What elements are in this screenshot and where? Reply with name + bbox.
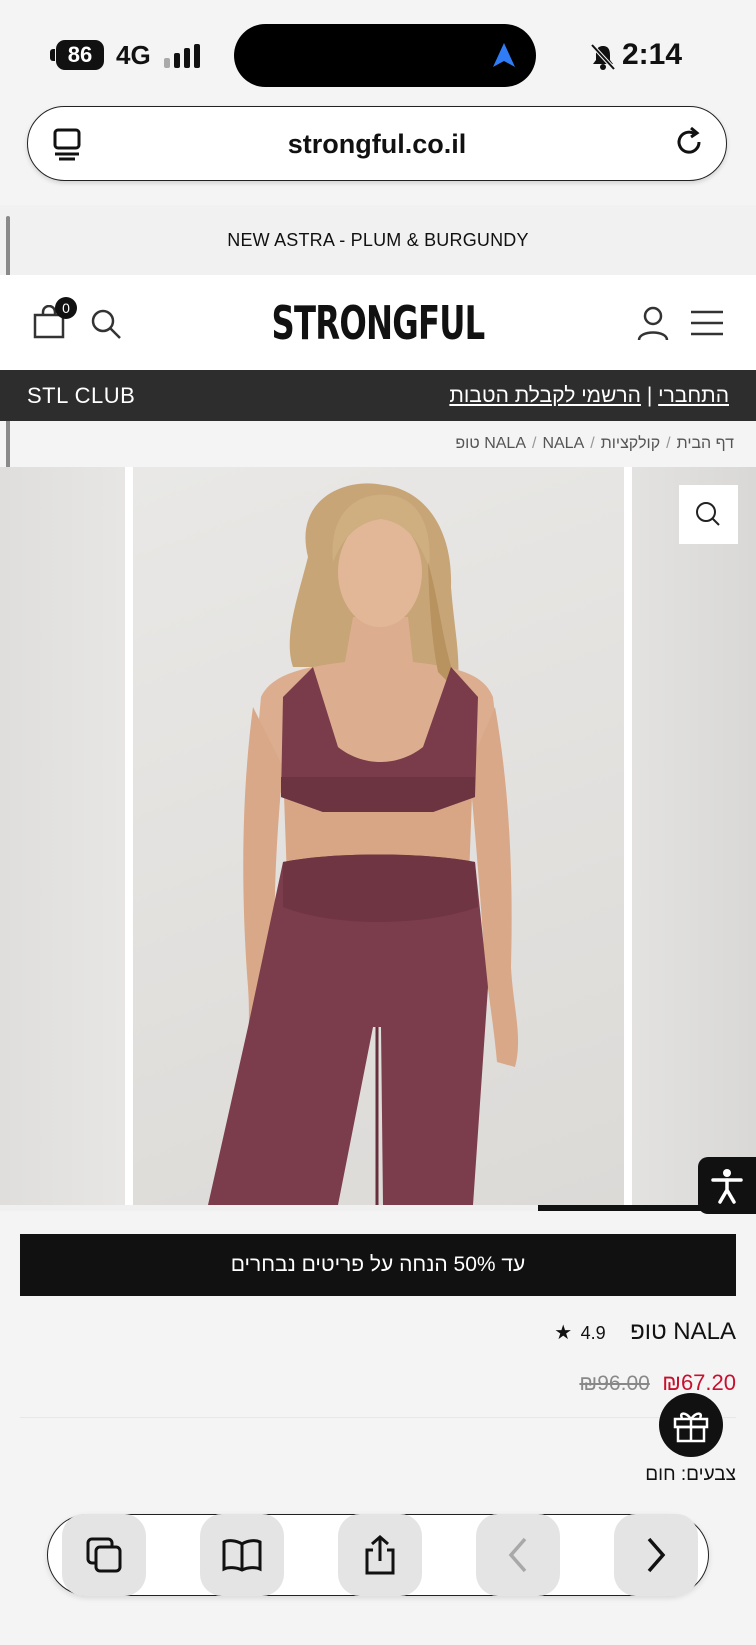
back-button[interactable]: [476, 1514, 560, 1596]
product-title-row: NALA טופ 4.9 ★: [554, 1312, 736, 1352]
divider: [20, 1417, 736, 1418]
signup-link[interactable]: הרשמי לקבלת הטבות: [449, 384, 641, 407]
share-icon: [365, 1535, 395, 1575]
star-icon: ★: [554, 1322, 573, 1344]
zoom-button[interactable]: [679, 485, 738, 544]
back-icon: [508, 1537, 527, 1573]
tabs-button[interactable]: [62, 1514, 146, 1596]
user-icon[interactable]: [636, 305, 670, 341]
breadcrumb-collections[interactable]: קולקציות: [601, 435, 660, 452]
product-gallery[interactable]: [0, 467, 756, 1211]
color-selector: צבעים: חום: [645, 1458, 736, 1492]
gallery-slide-prev[interactable]: [0, 467, 125, 1205]
breadcrumb-collection[interactable]: NALA: [484, 435, 526, 452]
menu-icon[interactable]: [690, 309, 724, 337]
location-arrow-icon: [493, 43, 515, 67]
stl-club-label[interactable]: STL CLUB: [27, 370, 135, 421]
club-links: התחברי | הרשמי לקבלת הטבות: [449, 370, 729, 421]
site-header: 0 STRONGFUL: [0, 275, 756, 370]
colors-label: צבעים:: [680, 1464, 736, 1485]
breadcrumb-home[interactable]: דף הבית: [677, 435, 734, 452]
battery-cap: [50, 49, 55, 61]
breadcrumb: דף הבית/קולקציות/NALA/NALA טופ: [455, 435, 734, 452]
url-text[interactable]: strongful.co.il: [28, 129, 726, 159]
product-image[interactable]: [133, 467, 624, 1205]
browser-toolbar: [47, 1514, 709, 1596]
announcement-text: NEW ASTRA - PLUM & BURGUNDY: [227, 230, 529, 250]
bookmarks-button[interactable]: [200, 1514, 284, 1596]
bookmarks-icon: [222, 1539, 262, 1572]
status-bar: 86 4G 2:14: [0, 0, 756, 105]
reload-icon[interactable]: [672, 125, 706, 159]
tabs-icon: [86, 1537, 122, 1573]
announcement-bar[interactable]: NEW ASTRA - PLUM & BURGUNDY: [0, 205, 756, 275]
colors-value: חום: [645, 1464, 676, 1485]
accessibility-button[interactable]: [698, 1157, 756, 1214]
promo-banner[interactable]: עד 50% הנחה על פריטים נבחרים: [20, 1234, 736, 1296]
product-rating[interactable]: 4.9: [581, 1323, 606, 1343]
zoom-icon: [696, 502, 720, 526]
login-link[interactable]: התחברי: [658, 384, 729, 407]
address-bar[interactable]: strongful.co.il: [27, 106, 727, 181]
site-logo[interactable]: STRONGFUL: [83, 297, 673, 349]
club-bar: STL CLUB התחברי | הרשמי לקבלת הטבות: [0, 370, 756, 421]
model-illustration: [208, 483, 519, 1205]
sale-price: ₪67.20: [662, 1370, 736, 1395]
silent-bell-icon: [590, 43, 616, 71]
original-price: ₪96.00: [579, 1372, 650, 1395]
cart-count-badge: 0: [55, 297, 77, 319]
accessibility-icon: [711, 1169, 743, 1204]
battery-level: 86: [56, 40, 104, 70]
forward-button[interactable]: [614, 1514, 698, 1596]
gift-button[interactable]: [659, 1393, 723, 1457]
gift-icon: [673, 1412, 709, 1443]
network-type: 4G: [116, 40, 151, 70]
gallery-slide-next[interactable]: [632, 467, 756, 1205]
share-button[interactable]: [338, 1514, 422, 1596]
product-title: NALA טופ: [630, 1318, 736, 1345]
clock: 2:14: [622, 38, 683, 71]
signal-icon: [164, 44, 204, 68]
club-separator: |: [646, 384, 653, 407]
forward-icon: [647, 1537, 666, 1573]
